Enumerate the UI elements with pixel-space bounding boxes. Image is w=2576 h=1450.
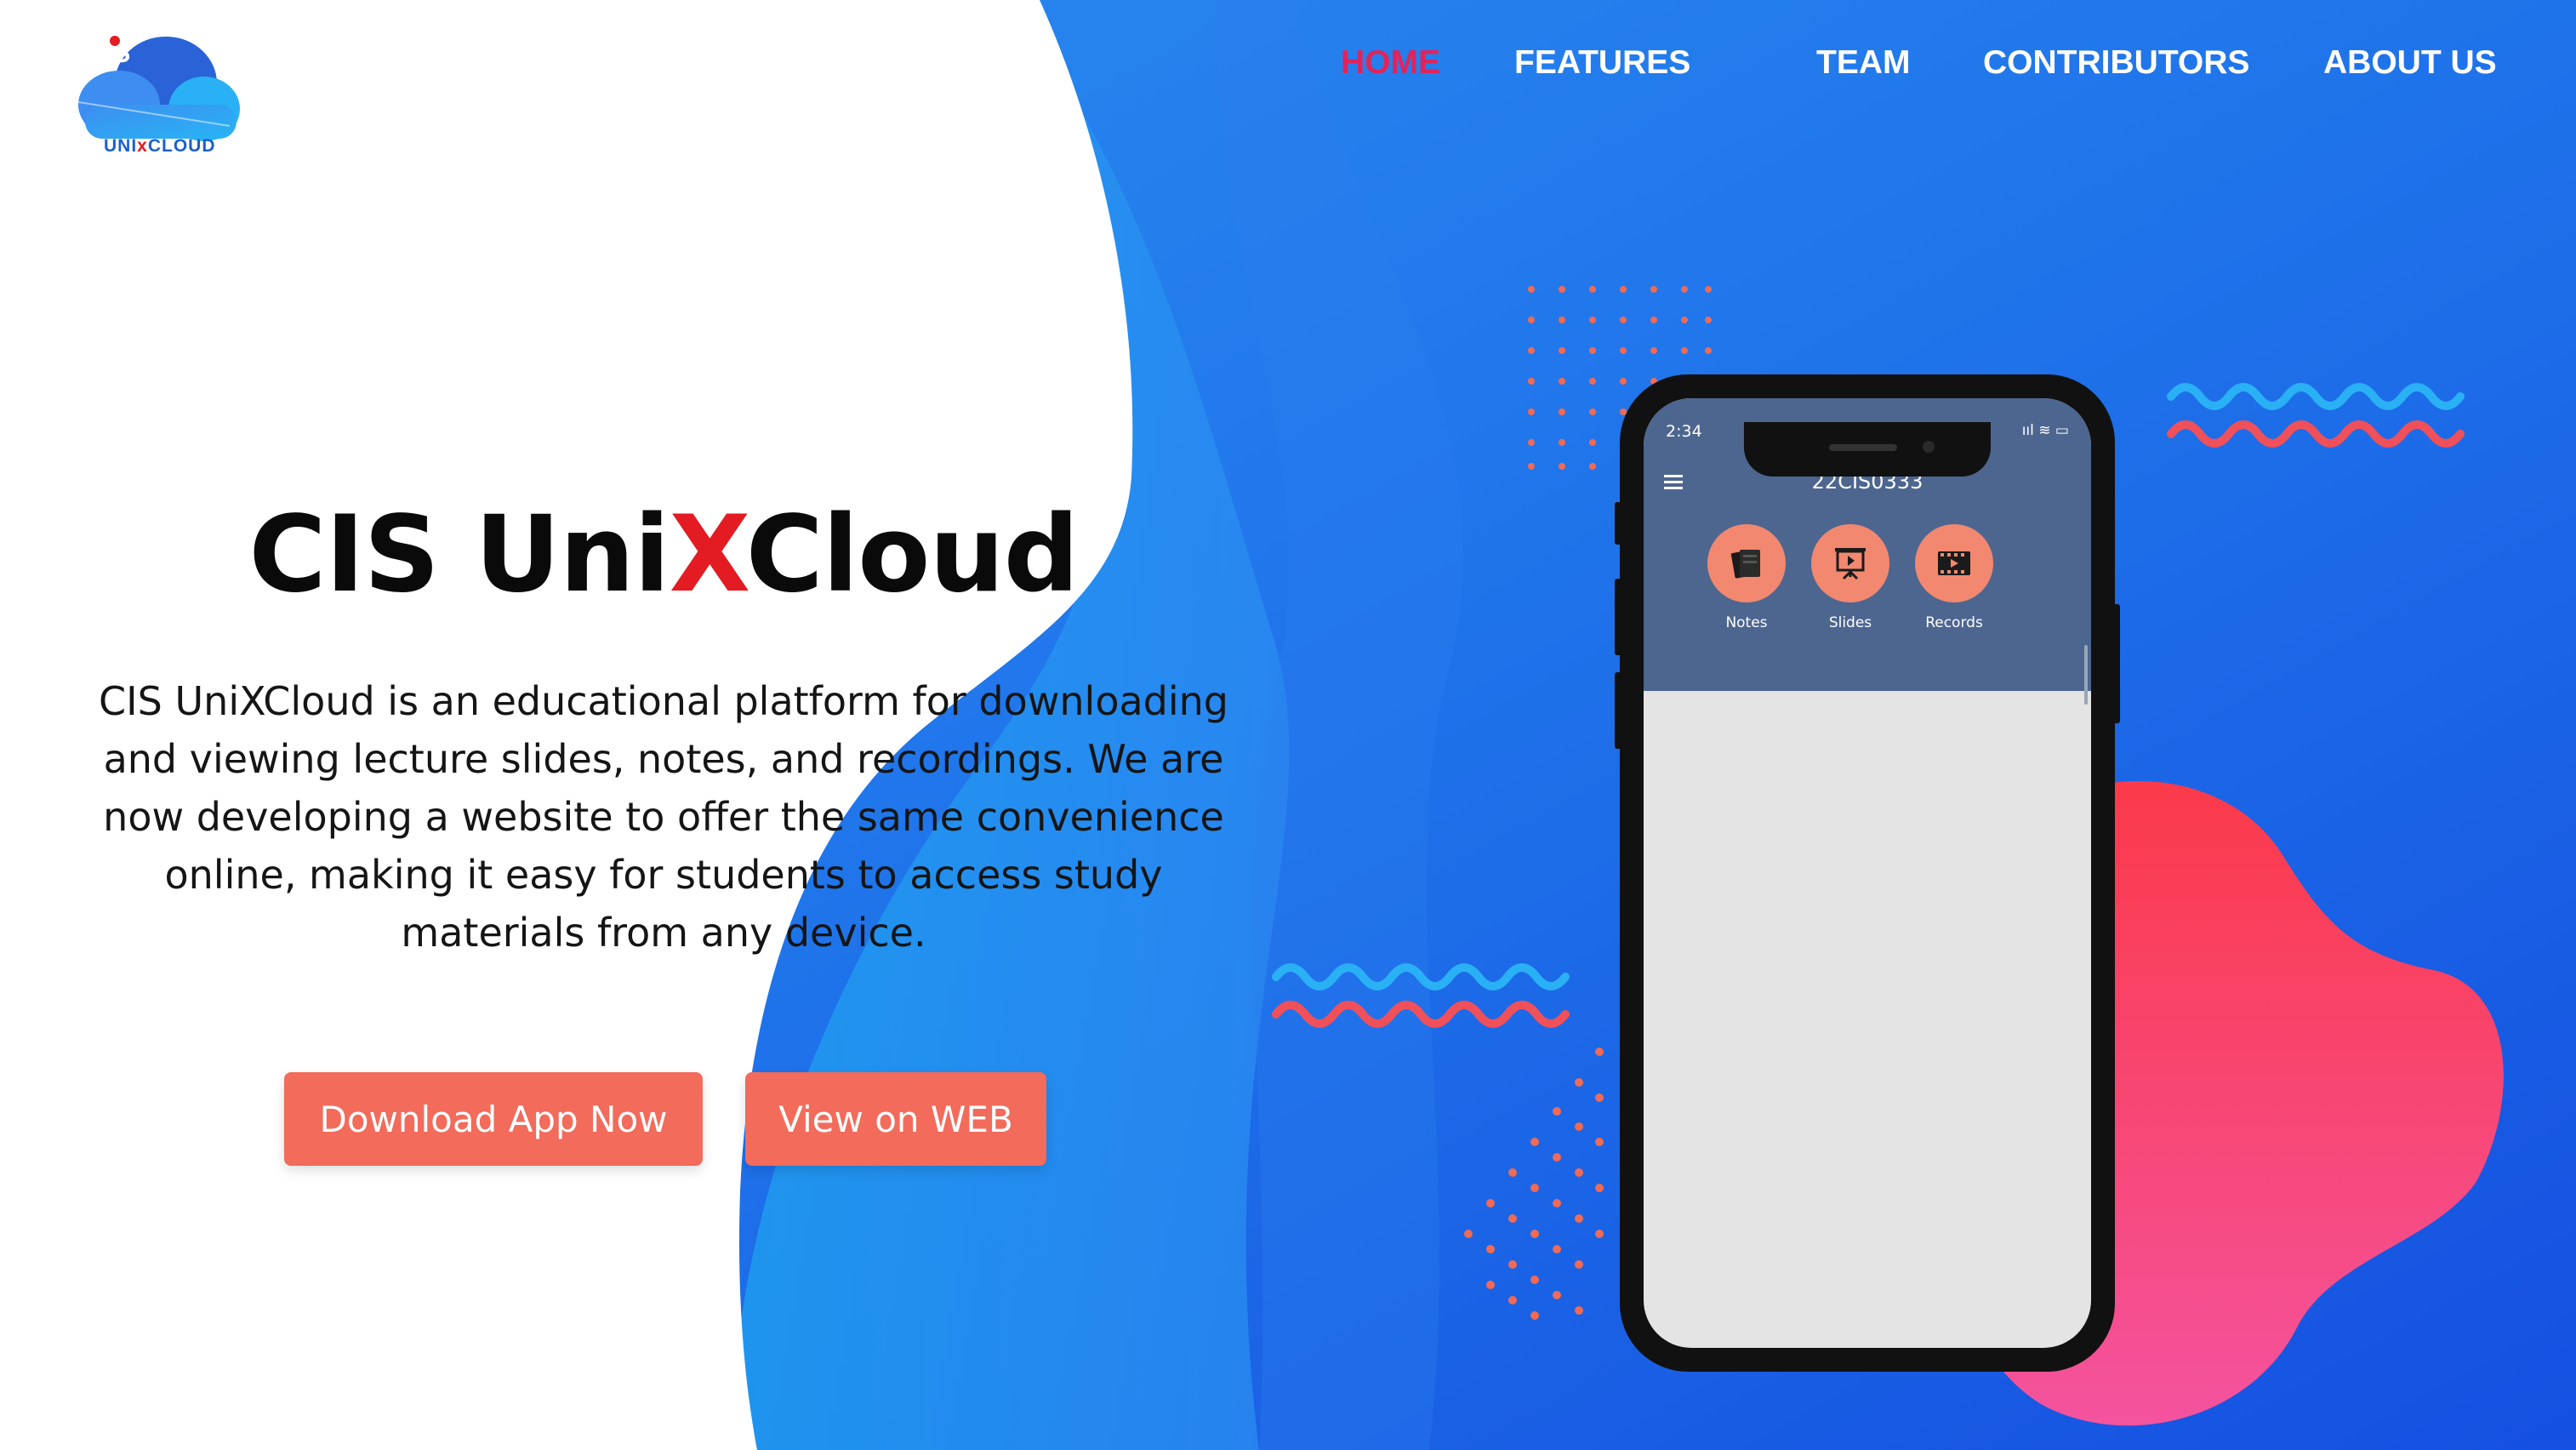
svg-text:CIS: CIS — [85, 37, 130, 68]
nav-home[interactable]: HOME — [1341, 44, 1440, 82]
download-app-button[interactable]: Download App Now — [284, 1072, 703, 1166]
nav-team[interactable]: TEAM — [1816, 44, 1911, 82]
logo-text: UNIxCLOUD — [104, 136, 216, 156]
phone-screen: 2:34 ııl ≋ ▭ 22CIS0333 Notes Slides Reco… — [1644, 398, 2091, 1348]
scrollbar[interactable] — [2084, 645, 2088, 705]
hero-title: CIS UniXCloud — [248, 494, 1079, 616]
nav-about-us[interactable]: ABOUT US — [2323, 44, 2497, 82]
records-button[interactable]: Records — [1914, 524, 1994, 631]
phone-mockup: 2:34 ııl ≋ ▭ 22CIS0333 Notes Slides Reco… — [1615, 374, 2120, 1372]
slides-button[interactable]: Slides — [1810, 524, 1890, 631]
notes-label: Notes — [1725, 614, 1768, 631]
phone-notch — [1744, 422, 1991, 477]
main-nav: HOME FEATURES TEAM CONTRIBUTORS ABOUT US — [1317, 44, 2576, 95]
notes-icon — [1730, 550, 1760, 579]
hero-description: CIS UniXCloud is an educational platform… — [99, 678, 1228, 956]
view-on-web-button[interactable]: View on WEB — [745, 1072, 1046, 1166]
slides-label: Slides — [1828, 614, 1872, 631]
nav-contributors[interactable]: CONTRIBUTORS — [1983, 44, 2249, 82]
records-icon — [1938, 551, 1970, 575]
status-icons: ııl ≋ ▭ — [2021, 422, 2069, 439]
records-label: Records — [1925, 614, 1983, 631]
nav-features[interactable]: FEATURES — [1514, 44, 1690, 82]
slides-icon — [1835, 548, 1866, 580]
notes-button[interactable]: Notes — [1707, 524, 1787, 631]
status-time: 2:34 — [1666, 422, 1702, 441]
